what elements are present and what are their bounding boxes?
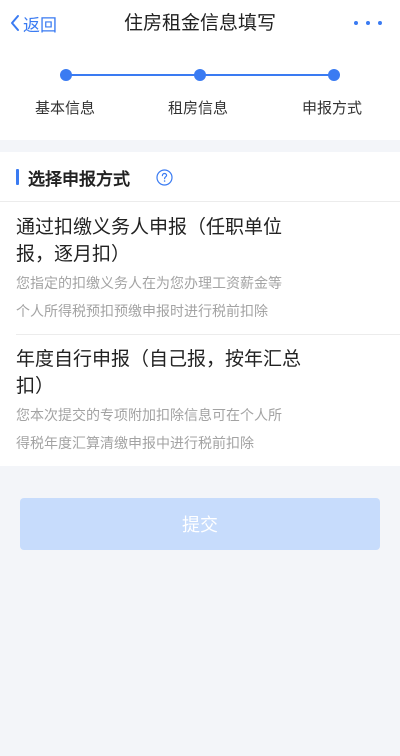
option-title-line: 扣） <box>16 375 55 397</box>
progress-steps: 基本信息 租房信息 申报方式 <box>0 48 400 140</box>
declare-method-card: 选择申报方式 通过扣缴义务人申报（任职单位 报，逐月扣） 您指定的扣缴义务人在为… <box>0 152 400 466</box>
question-circle-icon[interactable] <box>156 169 173 186</box>
section-accent-bar <box>16 169 19 185</box>
option-title-line: 年度自行申报（自己报，按年汇总 <box>16 348 302 370</box>
option-title-line: 报，逐月扣） <box>16 243 131 265</box>
step-label-declare-method: 申报方式 <box>302 99 363 117</box>
option-desc-line: 得税年度汇算清缴申报中进行税前扣除 <box>16 436 254 452</box>
option-divider <box>16 334 400 335</box>
option-desc-line: 您指定的扣缴义务人在为您办理工资薪金等 <box>16 276 282 292</box>
step-label-rental-info: 租房信息 <box>168 99 229 117</box>
option-desc-line: 个人所得税预扣预缴申报时进行税前扣除 <box>16 304 268 320</box>
option-self-declare[interactable]: 年度自行申报（自己报，按年汇总 扣） 您本次提交的专项附加扣除信息可在个人所 得… <box>16 346 386 458</box>
submit-button[interactable]: 提交 <box>20 498 380 550</box>
page-title: 住房租金信息填写 <box>123 12 276 34</box>
more-dots-icon[interactable] <box>354 14 382 32</box>
step-dot-2 <box>194 69 206 81</box>
step-label-basic-info: 基本信息 <box>35 99 96 117</box>
step-dot-3 <box>328 69 340 81</box>
section-header: 选择申报方式 <box>0 152 400 202</box>
option-withholding-agent[interactable]: 通过扣缴义务人申报（任职单位 报，逐月扣） 您指定的扣缴义务人在为您办理工资薪金… <box>16 214 386 326</box>
step-dot-1 <box>60 69 72 81</box>
option-title-line: 通过扣缴义务人申报（任职单位 <box>16 216 283 238</box>
option-desc-line: 您本次提交的专项附加扣除信息可在个人所 <box>16 408 282 424</box>
section-title: 选择申报方式 <box>28 170 130 190</box>
nav-bar: 返回 住房租金信息填写 <box>0 0 400 48</box>
